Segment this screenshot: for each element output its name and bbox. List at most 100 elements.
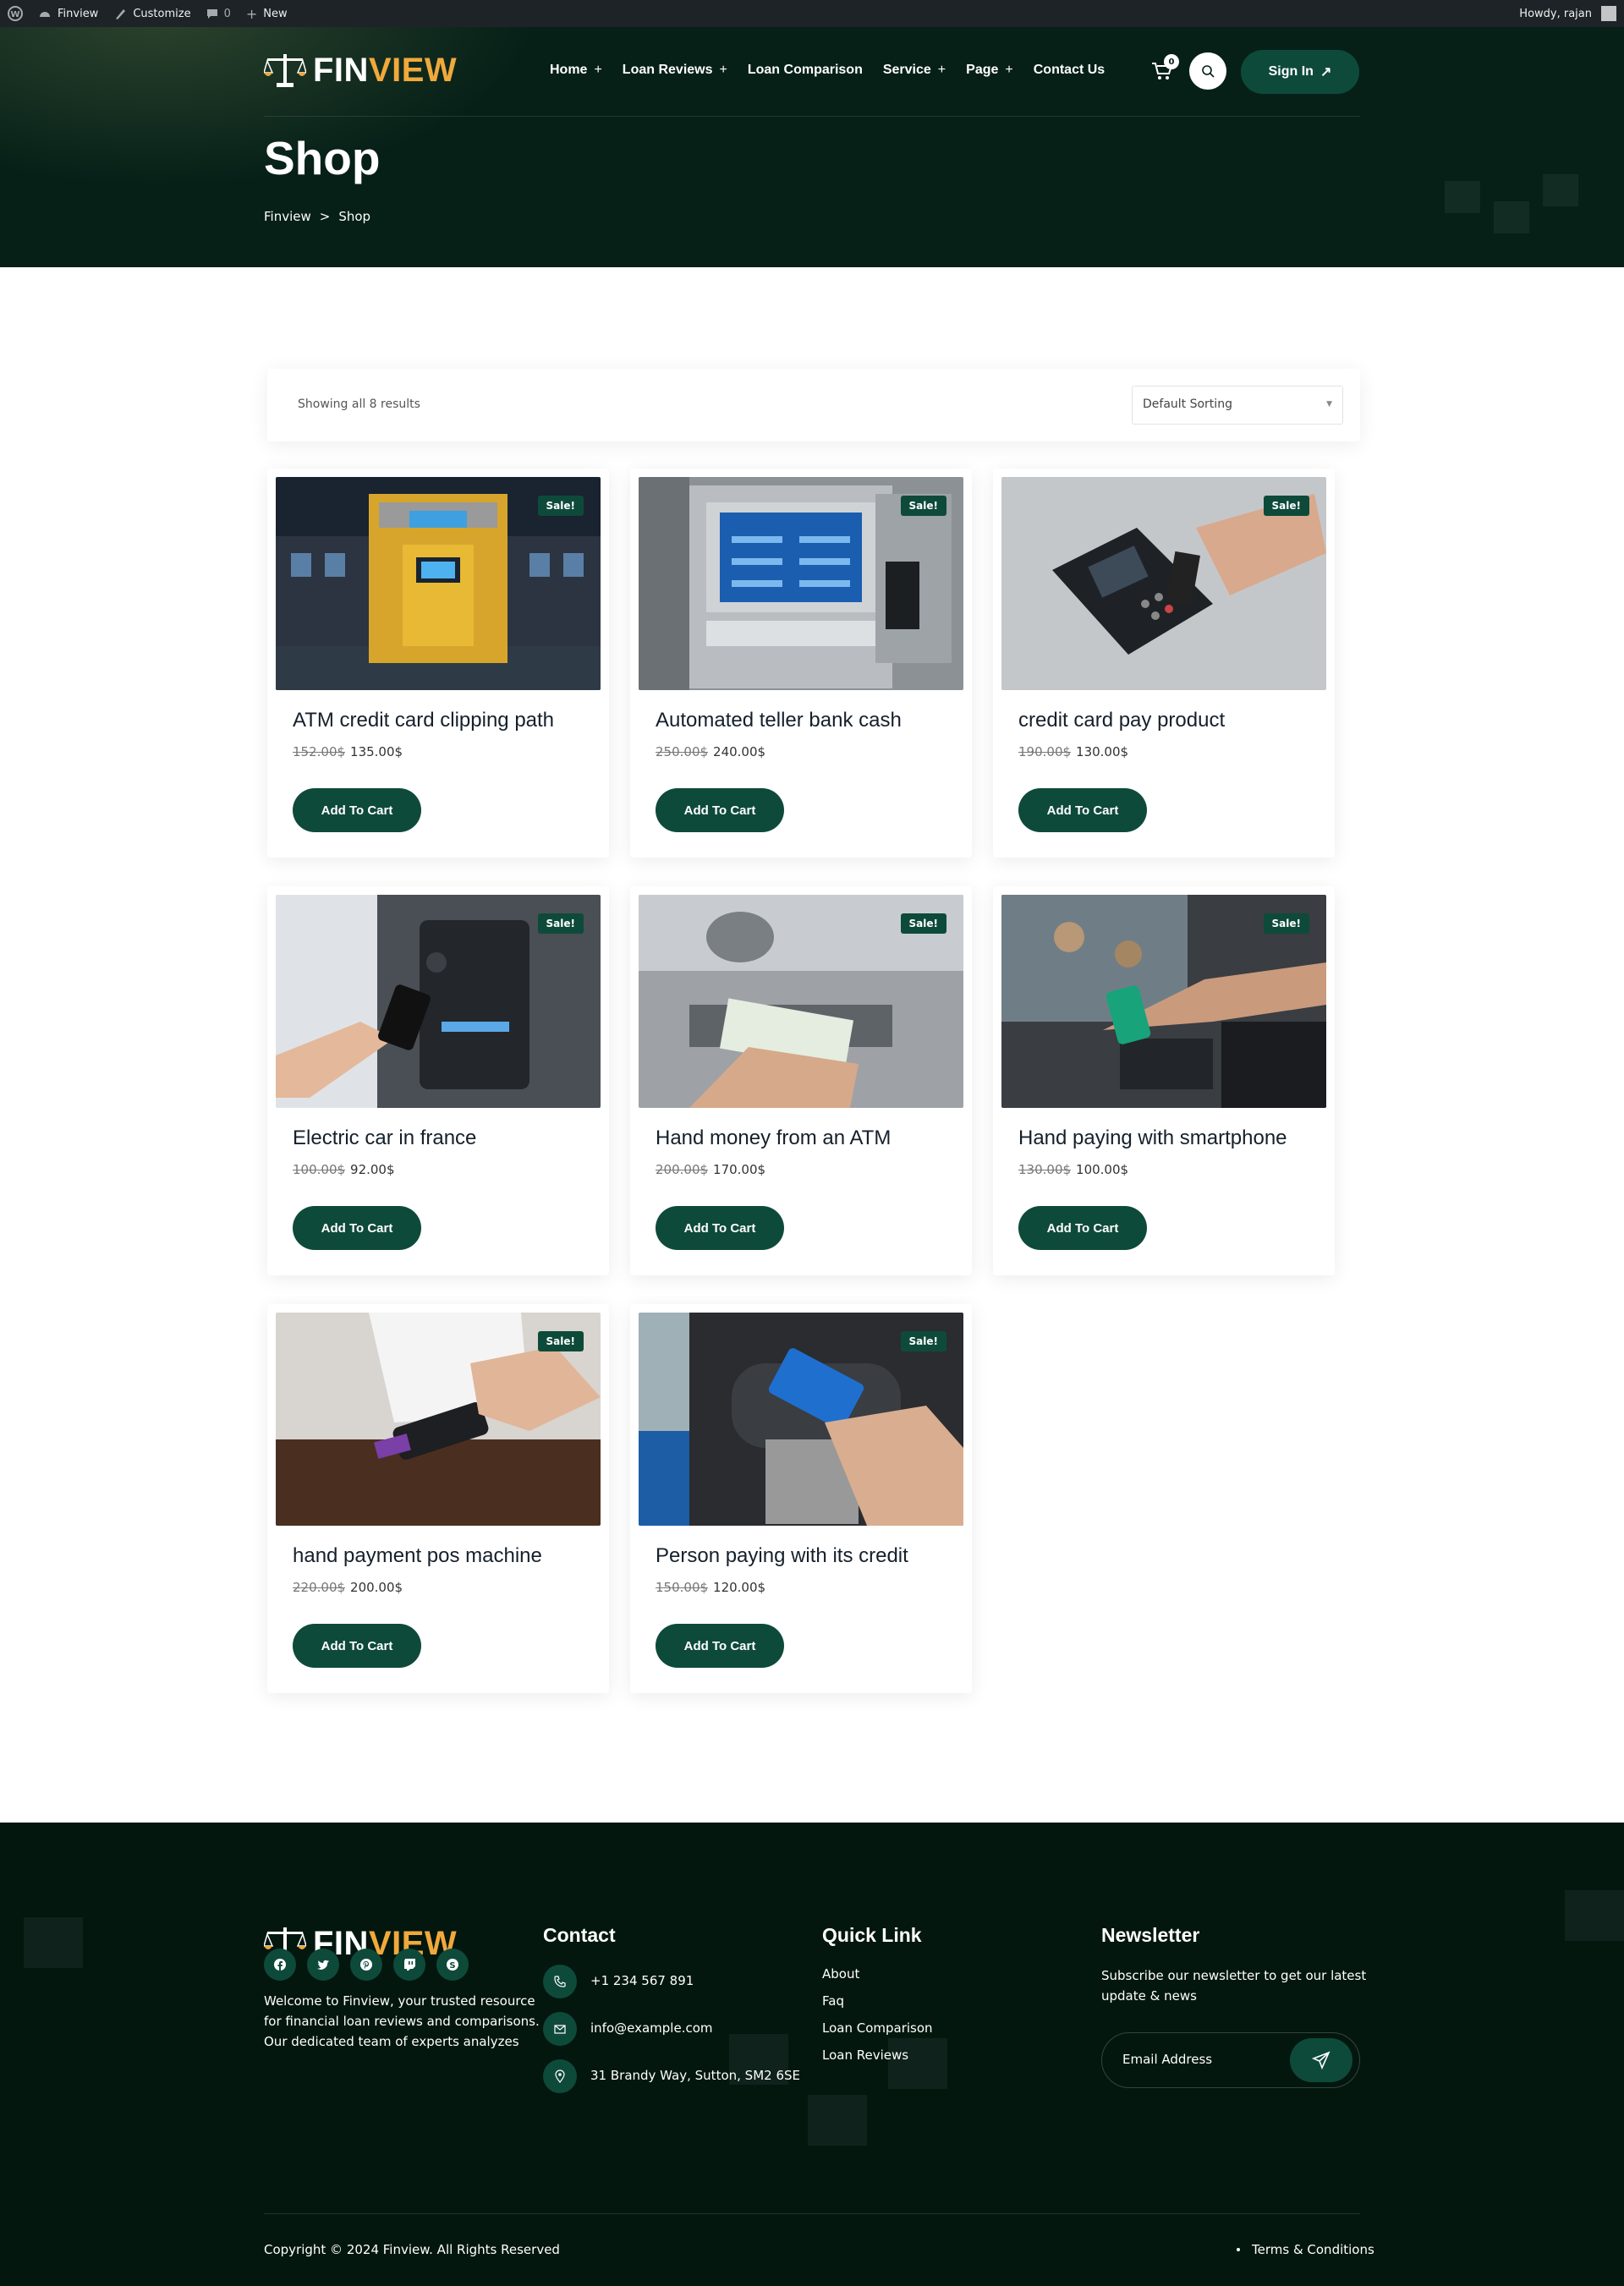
location-icon-wrap	[543, 2059, 577, 2093]
nav-item-page[interactable]: Page +	[966, 63, 1013, 78]
product-title[interactable]: Hand paying with smartphone	[1018, 1127, 1287, 1150]
quick-link-loan-reviews[interactable]: Loan Reviews	[822, 2048, 908, 2063]
new-label: New	[263, 7, 288, 20]
comments-link[interactable]: 0	[199, 0, 239, 27]
contact-phone[interactable]: +1 234 567 891	[590, 1973, 694, 1988]
sale-price: 240.00$	[713, 744, 766, 759]
cart-button[interactable]: 0	[1150, 54, 1179, 85]
sale-badge: Sale!	[900, 1331, 946, 1351]
sale-price: 200.00$	[350, 1580, 403, 1595]
svg-text:W: W	[10, 10, 19, 19]
account-menu[interactable]: Howdy, rajan	[1512, 0, 1624, 27]
old-price: 220.00$	[293, 1580, 346, 1595]
nav-item-home[interactable]: Home +	[550, 63, 602, 78]
scales-icon	[264, 54, 306, 87]
add-to-cart-button[interactable]: Add To Cart	[656, 788, 784, 832]
site-name-label: Finview	[58, 7, 99, 20]
pinterest-link[interactable]	[350, 1949, 382, 1981]
nav-item-loan-comparison[interactable]: Loan Comparison	[748, 63, 863, 78]
chevron-down-icon: ▼	[1326, 400, 1332, 408]
sale-badge: Sale!	[537, 496, 584, 516]
product-title[interactable]: hand payment pos machine	[293, 1544, 542, 1568]
product-card: Sale! Electric car in france 100.00$ 92.0…	[267, 886, 609, 1275]
product-title[interactable]: Automated teller bank cash	[656, 709, 902, 732]
breadcrumb-current: Shop	[338, 209, 371, 224]
product-title[interactable]: Hand money from an ATM	[656, 1127, 891, 1150]
terms-link[interactable]: Terms & Conditions	[1237, 2242, 1374, 2257]
wordpress-logo-button[interactable]: W	[0, 0, 30, 27]
add-to-cart-button[interactable]: Add To Cart	[1018, 788, 1147, 832]
add-to-cart-button[interactable]: Add To Cart	[656, 1624, 784, 1668]
new-content-link[interactable]: + New	[239, 0, 295, 27]
old-price: 152.00$	[293, 744, 346, 759]
nav-item-loan-reviews[interactable]: Loan Reviews +	[623, 63, 727, 78]
skype-icon: S	[447, 1959, 458, 1971]
nav-item-service[interactable]: Service +	[883, 63, 946, 78]
sale-badge: Sale!	[1263, 913, 1309, 934]
main-navigation: Home + Loan Reviews + Loan Comparison Serv…	[550, 63, 1105, 78]
product-price: 130.00$ 100.00$	[1018, 1162, 1128, 1177]
plus-icon: +	[937, 63, 946, 77]
sale-price: 135.00$	[350, 744, 403, 759]
customize-link[interactable]: Customize	[106, 0, 198, 27]
site-logo[interactable]: FINVIEW	[264, 51, 457, 90]
nav-item-contact-us[interactable]: Contact Us	[1034, 63, 1105, 78]
results-count: Showing all 8 results	[298, 397, 420, 411]
product-title[interactable]: Person paying with its credit	[656, 1544, 908, 1568]
plus-icon: +	[1005, 63, 1013, 77]
product-card: Sale! Automated teller bank cash 250.00$…	[630, 469, 972, 858]
wordpress-icon: W	[8, 6, 23, 21]
sign-in-button[interactable]: Sign In ↗	[1241, 50, 1359, 94]
sale-price: 130.00$	[1076, 744, 1129, 759]
product-price: 220.00$ 200.00$	[293, 1580, 403, 1595]
product-title[interactable]: Electric car in france	[293, 1127, 476, 1150]
newsletter-submit-button[interactable]	[1290, 2038, 1352, 2082]
breadcrumb-separator: >	[319, 209, 331, 224]
sale-badge: Sale!	[900, 496, 946, 516]
add-to-cart-button[interactable]: Add To Cart	[656, 1206, 784, 1250]
add-to-cart-button[interactable]: Add To Cart	[293, 788, 421, 832]
add-to-cart-button[interactable]: Add To Cart	[293, 1206, 421, 1250]
product-image[interactable]: Sale!	[276, 1313, 601, 1526]
product-image[interactable]: Sale!	[639, 895, 963, 1108]
breadcrumb-home-link[interactable]: Finview	[264, 209, 311, 224]
mail-icon-wrap	[543, 2012, 577, 2046]
search-icon	[1202, 65, 1215, 78]
product-card: Sale! hand payment pos machine 220.00$ 20…	[267, 1304, 609, 1693]
twitch-link[interactable]	[393, 1949, 425, 1981]
product-card: Sale! Hand paying with smartphone 130.00…	[993, 886, 1335, 1275]
skype-link[interactable]: S	[436, 1949, 469, 1981]
product-image[interactable]: Sale!	[639, 477, 963, 690]
add-to-cart-button[interactable]: Add To Cart	[293, 1624, 421, 1668]
product-image[interactable]: Sale!	[639, 1313, 963, 1526]
mail-icon	[554, 2025, 566, 2034]
search-button[interactable]	[1189, 52, 1226, 90]
facebook-link[interactable]	[264, 1949, 296, 1981]
add-to-cart-button[interactable]: Add To Cart	[1018, 1206, 1147, 1250]
cart-count-badge: 0	[1164, 54, 1179, 69]
sign-in-label: Sign In	[1268, 64, 1314, 79]
product-image[interactable]: Sale!	[276, 895, 601, 1108]
quick-link-faq[interactable]: Faq	[822, 1993, 844, 2009]
svg-text:S: S	[449, 1961, 455, 1971]
sale-price: 92.00$	[350, 1162, 395, 1177]
product-image[interactable]: Sale!	[1001, 477, 1326, 690]
sorting-select[interactable]: Default Sorting ▼	[1132, 386, 1343, 425]
product-title[interactable]: ATM credit card clipping path	[293, 709, 554, 732]
customize-label: Customize	[133, 7, 191, 20]
location-icon	[555, 2069, 565, 2083]
product-title[interactable]: credit card pay product	[1018, 709, 1225, 732]
quick-link-about[interactable]: About	[822, 1966, 859, 1982]
product-price: 250.00$ 240.00$	[656, 744, 765, 759]
quick-link-loan-comparison[interactable]: Loan Comparison	[822, 2020, 933, 2036]
product-card: Sale! Hand money from an ATM 200.00$ 170.…	[630, 886, 972, 1275]
twitter-link[interactable]	[307, 1949, 339, 1981]
product-image[interactable]: Sale!	[1001, 895, 1326, 1108]
site-name-link[interactable]: Finview	[30, 0, 106, 27]
product-image[interactable]: Sale!	[276, 477, 601, 690]
old-price: 130.00$	[1018, 1162, 1072, 1177]
site-footer	[0, 1823, 1624, 2286]
newsletter-email-input[interactable]: Email Address	[1122, 2052, 1212, 2067]
contact-email[interactable]: info@example.com	[590, 2020, 713, 2036]
contact-heading: Contact	[543, 1924, 616, 1946]
